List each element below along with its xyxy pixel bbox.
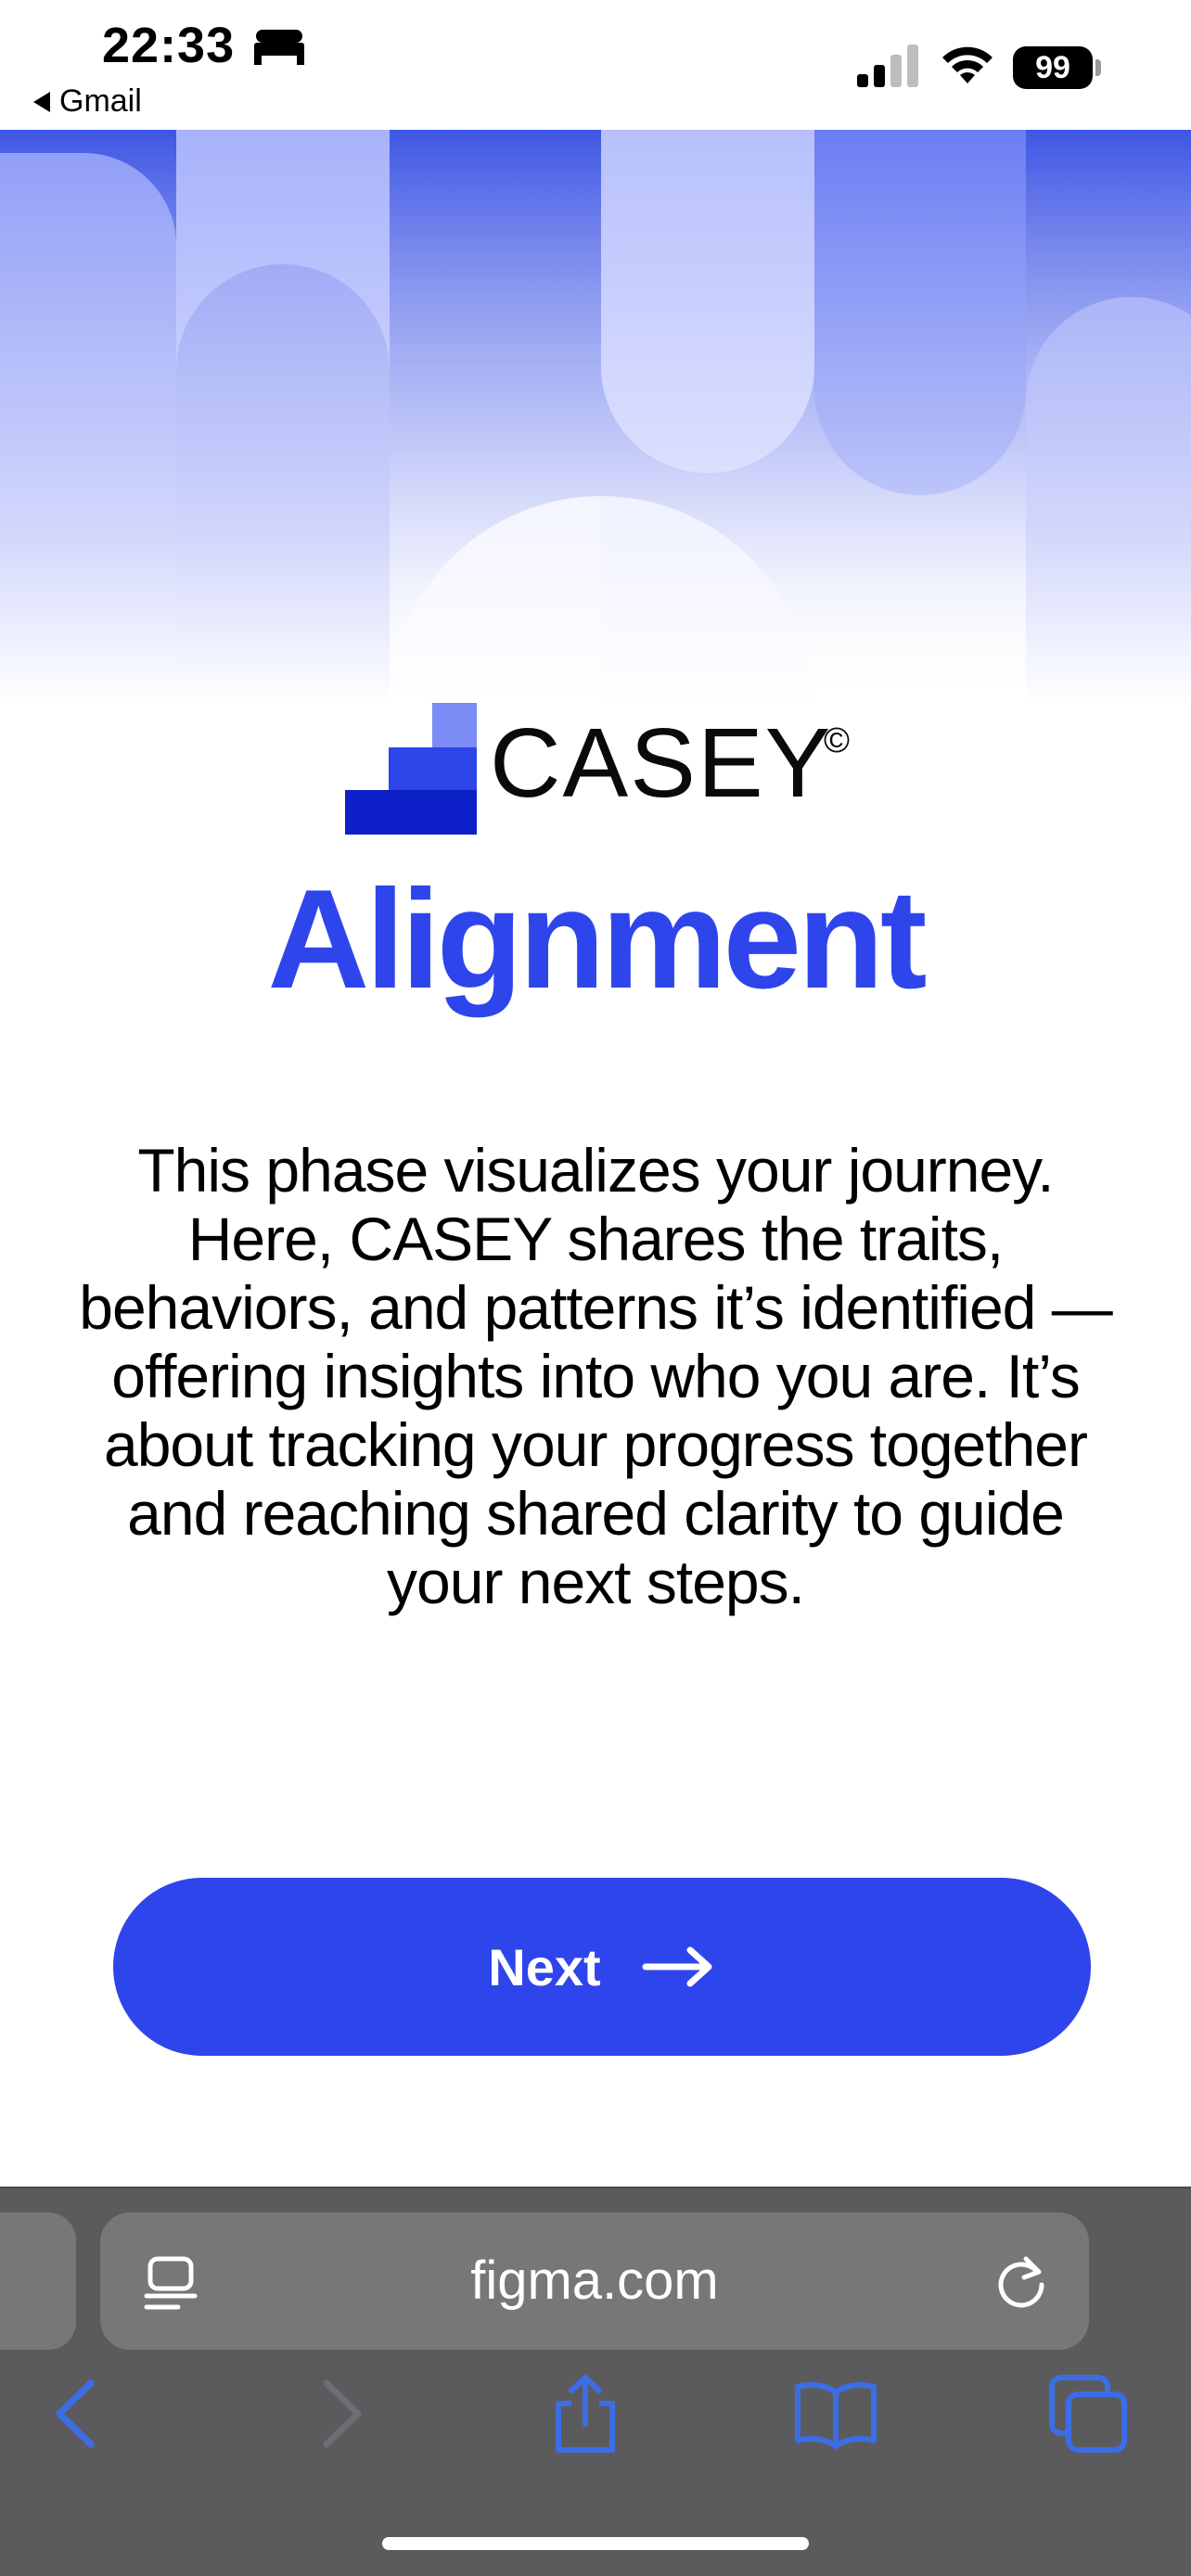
arrow-right-icon bbox=[642, 1946, 712, 1987]
back-triangle-icon bbox=[33, 91, 50, 112]
copyright-mark: © bbox=[824, 721, 850, 760]
home-indicator[interactable] bbox=[382, 2537, 809, 2550]
back-arrow-icon[interactable] bbox=[37, 2372, 121, 2455]
page-title: Alignment bbox=[267, 861, 927, 1018]
forward-arrow-icon[interactable] bbox=[297, 2372, 380, 2455]
phase-description: This phase visualizes your journey. Here… bbox=[79, 1136, 1112, 1616]
back-app-label: Gmail bbox=[59, 83, 142, 119]
back-to-app-link[interactable]: Gmail bbox=[33, 83, 142, 120]
bed-icon bbox=[254, 30, 304, 65]
casey-logo-icon bbox=[345, 703, 477, 835]
url-text: figma.com bbox=[470, 2251, 719, 2311]
next-button-label: Next bbox=[488, 1937, 601, 1996]
page-menu-icon[interactable] bbox=[141, 2253, 200, 2313]
wifi-icon bbox=[942, 46, 992, 83]
reload-icon[interactable] bbox=[992, 2253, 1050, 2311]
status-time: 22:33 bbox=[102, 18, 236, 73]
share-icon[interactable] bbox=[544, 2372, 627, 2455]
next-button[interactable]: Next bbox=[113, 1878, 1091, 2056]
address-bar[interactable]: figma.com bbox=[100, 2213, 1089, 2350]
casey-logo-text: CASEY bbox=[490, 708, 833, 818]
browser-toolbar: figma.com bbox=[0, 2187, 1191, 2576]
status-bar: 22:33 Gmail 99 bbox=[0, 0, 1191, 130]
cellular-signal-icon bbox=[857, 45, 918, 87]
previous-tab-preview[interactable] bbox=[0, 2213, 76, 2350]
screen: 22:33 Gmail 99 CASEY © Alignment This ph… bbox=[0, 0, 1191, 2576]
hero-illustration bbox=[0, 130, 1191, 705]
battery-indicator: 99 bbox=[1013, 46, 1093, 89]
battery-nub bbox=[1095, 59, 1101, 76]
bookmarks-icon[interactable] bbox=[794, 2372, 877, 2455]
tabs-icon[interactable] bbox=[1046, 2372, 1130, 2455]
